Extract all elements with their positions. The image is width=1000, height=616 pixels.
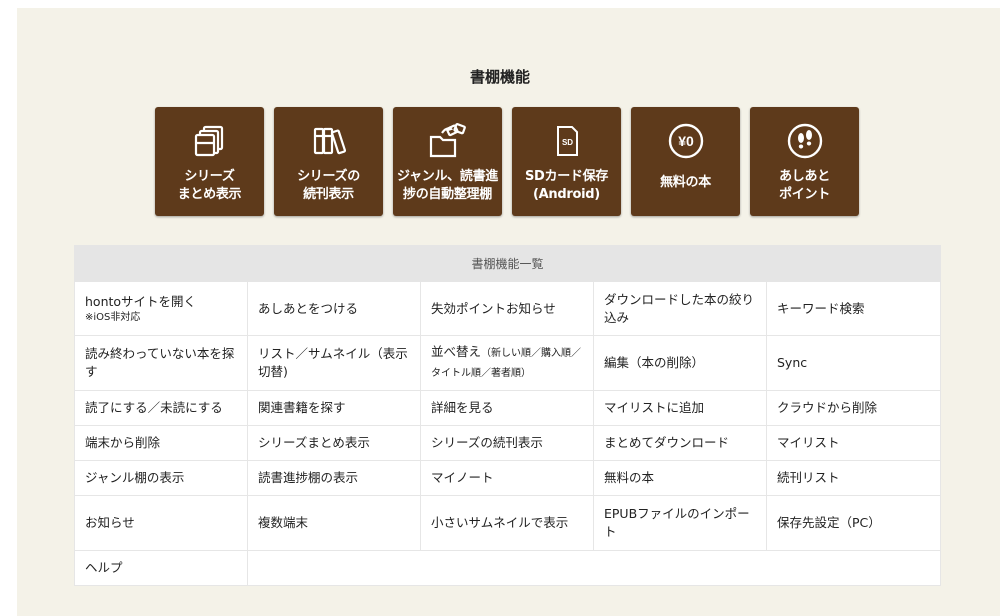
table-row: hontoサイトを開く ※iOS非対応 あしあとをつける 失効ポイントお知らせ … xyxy=(74,281,942,336)
feature-tile-series-sequel[interactable]: シリーズの 続刊表示 xyxy=(274,107,383,216)
table-cell: 詳細を見る xyxy=(420,390,594,426)
table-cell: 保存先設定（PC） xyxy=(765,495,942,551)
cell-note: ※iOS非対応 xyxy=(85,311,141,323)
table-cell: 関連書籍を探す xyxy=(247,390,421,426)
table-cell-empty xyxy=(246,550,942,586)
stack-cards-icon xyxy=(190,121,230,161)
table-cell: クラウドから削除 xyxy=(765,390,942,426)
books-icon xyxy=(309,121,349,161)
feature-label: ジャンル、読書進 捗の自動整理棚 xyxy=(397,169,498,202)
feature-tile-sd-card[interactable]: SD SDカード保存 (Android) xyxy=(512,107,621,216)
feature-tiles: シリーズ まとめ表示 シリーズの 続刊表示 ジャンル、読書進 捗の自動整理棚 S… xyxy=(155,107,859,216)
table-row: 読み終わっていない本を探す リスト／サムネイル（表示切替) 並べ替え（新しい順／… xyxy=(74,335,942,391)
table-cell: お知らせ xyxy=(74,495,248,551)
folder-sort-icon xyxy=(428,121,468,161)
table-row: ヘルプ xyxy=(74,550,942,586)
table-header: 書棚機能一覧 xyxy=(73,245,942,282)
table-row: お知らせ 複数端末 小さいサムネイルで表示 EPUBファイルのインポート 保存先… xyxy=(74,495,942,551)
feature-list-table: 書棚機能一覧 hontoサイトを開く ※iOS非対応 あしあとをつける 失効ポイ… xyxy=(73,245,942,586)
table-cell: 小さいサムネイルで表示 xyxy=(420,495,594,551)
table-cell: ヘルプ xyxy=(74,550,248,586)
table-row: ジャンル棚の表示 読書進捗棚の表示 マイノート 無料の本 続刊リスト xyxy=(74,460,942,496)
cell-text: hontoサイトを開く xyxy=(85,293,197,309)
table-cell: シリーズの続刊表示 xyxy=(420,425,594,461)
table-cell: 複数端末 xyxy=(247,495,421,551)
table-cell: リスト／サムネイル（表示切替) xyxy=(247,335,421,391)
feature-label: あしあと ポイント xyxy=(779,169,830,202)
table-cell: Sync xyxy=(765,335,942,391)
table-cell: 編集（本の削除） xyxy=(593,335,767,391)
table-cell: キーワード検索 xyxy=(765,281,942,336)
svg-text:SD: SD xyxy=(561,138,572,147)
table-row: 端末から削除 シリーズまとめ表示 シリーズの続刊表示 まとめてダウンロード マイ… xyxy=(74,425,942,461)
table-cell: 並べ替え（新しい順／購入順／タイトル順／著者順） xyxy=(420,335,594,391)
table-cell: 読み終わっていない本を探す xyxy=(74,335,248,391)
table-cell: ジャンル棚の表示 xyxy=(74,460,248,496)
table-cell: hontoサイトを開く ※iOS非対応 xyxy=(74,281,248,336)
feature-label: シリーズの 続刊表示 xyxy=(297,169,360,202)
feature-tile-auto-shelf[interactable]: ジャンル、読書進 捗の自動整理棚 xyxy=(393,107,502,216)
svg-text:¥0: ¥0 xyxy=(678,133,694,149)
feature-label: シリーズ まとめ表示 xyxy=(177,169,242,202)
table-cell: シリーズまとめ表示 xyxy=(247,425,421,461)
table-cell: EPUBファイルのインポート xyxy=(593,495,767,551)
feature-tile-series-bundle[interactable]: シリーズ まとめ表示 xyxy=(155,107,264,216)
table-cell: あしあとをつける xyxy=(247,281,421,336)
table-cell: 読了にする／未読にする xyxy=(74,390,248,426)
feature-label: SDカード保存 (Android) xyxy=(524,169,609,202)
table-cell: 読書進捗棚の表示 xyxy=(247,460,421,496)
table-row: 読了にする／未読にする 関連書籍を探す 詳細を見る マイリストに追加 クラウドか… xyxy=(74,390,942,426)
cell-text: 並べ替え xyxy=(431,344,482,359)
footprints-icon xyxy=(785,121,825,161)
table-cell: マイノート xyxy=(420,460,594,496)
sd-card-icon: SD xyxy=(547,121,587,161)
yen-zero-icon: ¥0 xyxy=(666,121,706,161)
table-cell: ダウンロードした本の絞り込み xyxy=(593,281,767,336)
table-cell: 失効ポイントお知らせ xyxy=(420,281,594,336)
table-cell: 無料の本 xyxy=(593,460,767,496)
table-cell: マイリストに追加 xyxy=(593,390,767,426)
feature-tile-footprint-points[interactable]: あしあと ポイント xyxy=(750,107,859,216)
table-cell: マイリスト xyxy=(765,425,942,461)
section-title: 書棚機能 xyxy=(469,68,530,86)
table-header-row: 書棚機能一覧 xyxy=(73,245,942,282)
table-cell: まとめてダウンロード xyxy=(593,425,767,461)
table-cell: 端末から削除 xyxy=(74,425,248,461)
table-cell: 続刊リスト xyxy=(765,460,942,496)
feature-tile-free-books[interactable]: ¥0 無料の本 xyxy=(631,107,740,216)
feature-label: 無料の本 xyxy=(660,175,711,190)
